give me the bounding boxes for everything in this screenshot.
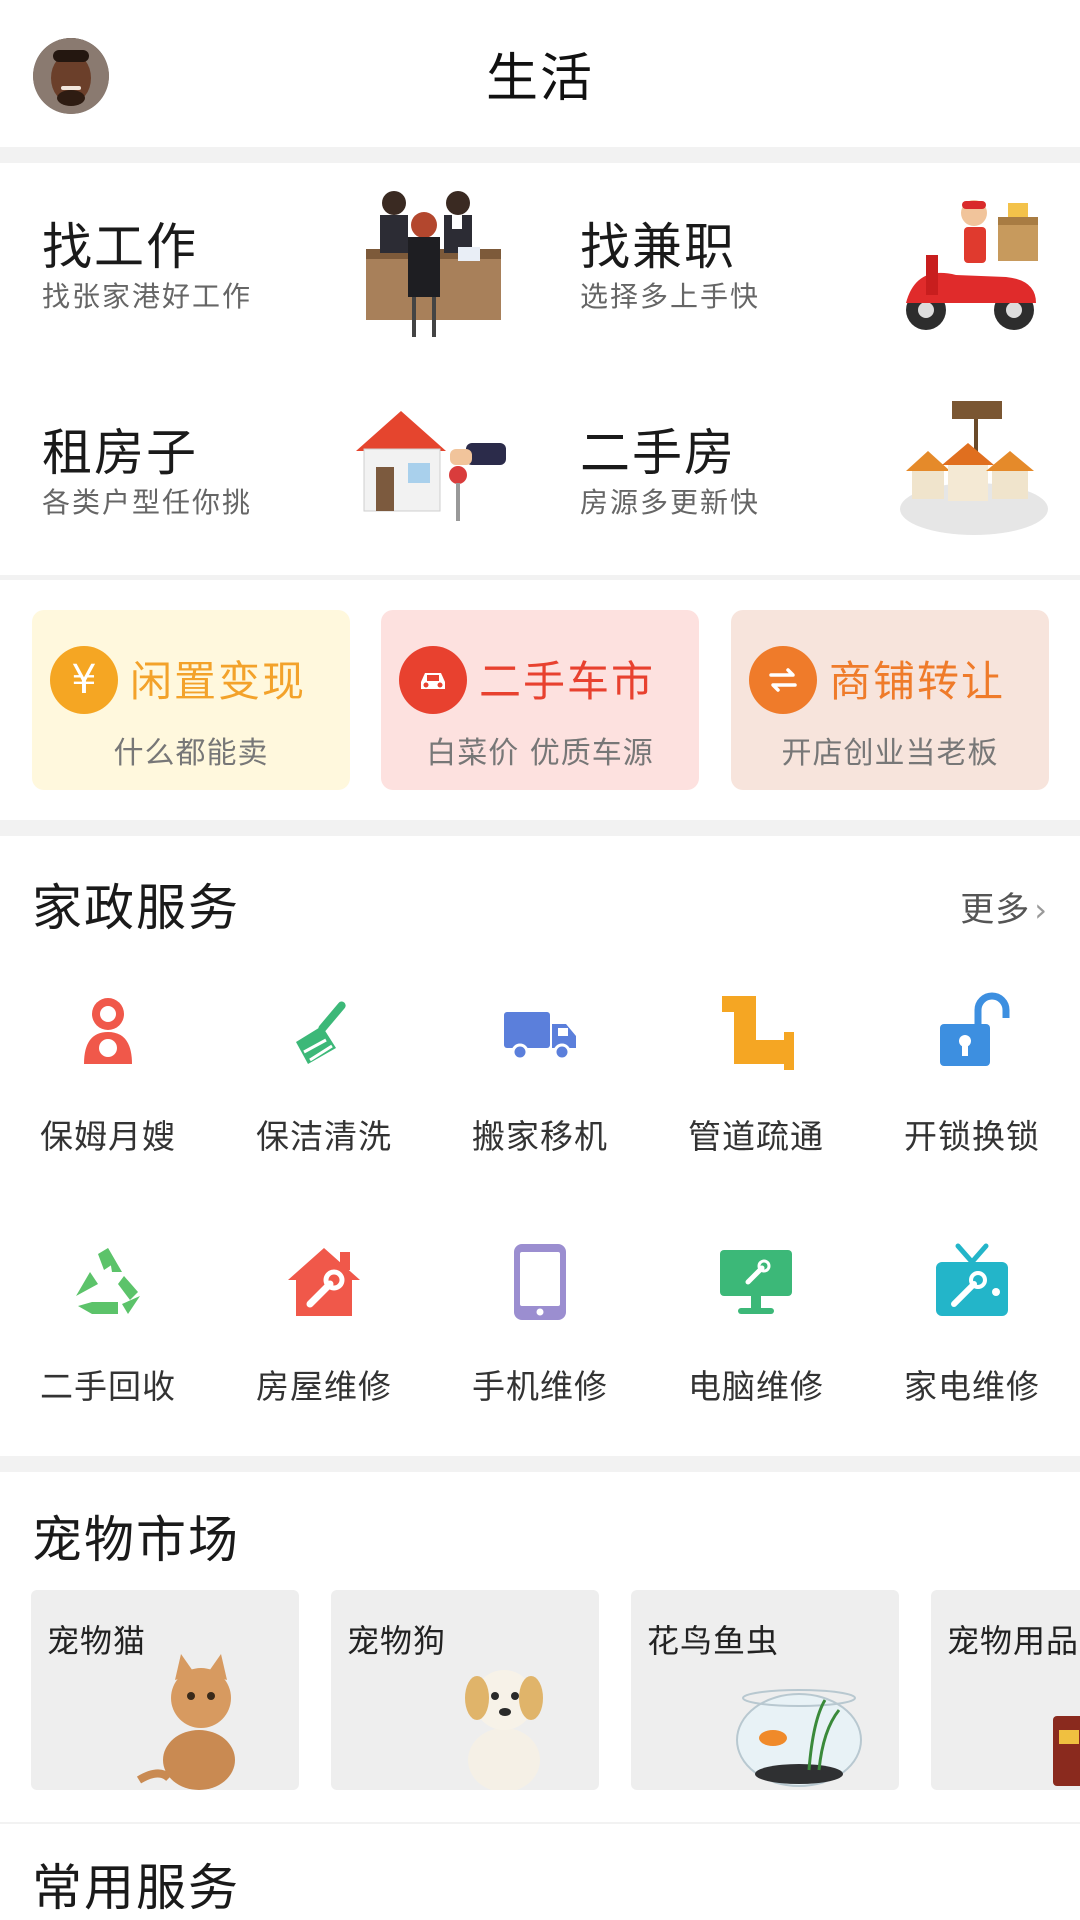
- more-label: 更多: [960, 890, 1031, 930]
- tv-icon: [936, 1243, 1008, 1316]
- houses-for-sale-illustration: [900, 401, 1048, 535]
- recycle-icon: [76, 1248, 140, 1314]
- quick-tile-subtitle: 找张家港好工作: [42, 280, 253, 313]
- nanny-icon: [84, 998, 132, 1064]
- yuan-icon: ¥: [50, 646, 118, 714]
- service-item-pipe[interactable]: 管道疏通: [648, 992, 864, 1192]
- quick-entry-grid: 找工作 找张家港好工作 找兼职 选择多上手快 租房子 各类户型任你挑 二手房 房…: [0, 163, 1080, 575]
- promo-card-shop-transfer[interactable]: 商铺转让 开店创业当老板: [731, 610, 1049, 790]
- quick-tile-title: 找工作: [42, 218, 198, 276]
- service-label: 家电维修: [904, 1367, 1040, 1406]
- car-icon: [399, 646, 467, 714]
- common-services-section: 常用服务: [0, 1824, 1080, 1920]
- dog-illustration: [465, 1670, 543, 1790]
- service-label: 二手回收: [40, 1367, 176, 1406]
- cat-illustration: [136, 1654, 235, 1790]
- promo-card-used-cars[interactable]: 二手车市 白菜价 优质车源: [381, 610, 699, 790]
- quick-tile-second-hand-house[interactable]: 二手房 房源多更新快: [540, 369, 1080, 575]
- service-label: 电脑维修: [688, 1367, 824, 1406]
- unlock-icon: [940, 992, 1010, 1066]
- broom-icon: [296, 1001, 346, 1064]
- service-item-moving[interactable]: 搬家移机: [432, 992, 648, 1192]
- service-label: 搬家移机: [472, 1117, 608, 1156]
- truck-icon: [504, 1012, 576, 1061]
- service-item-phone-repair[interactable]: 手机维修: [432, 1242, 648, 1442]
- house-wrench-icon: [288, 1248, 360, 1316]
- promo-title: 商铺转让: [829, 657, 1006, 706]
- service-item-recycling[interactable]: 二手回收: [0, 1242, 216, 1442]
- more-link[interactable]: 更多 ›: [960, 882, 1048, 931]
- monitor-icon: [720, 1250, 792, 1314]
- quick-tile-title: 租房子: [42, 424, 198, 482]
- pet-card-dog[interactable]: 宠物狗: [331, 1590, 599, 1790]
- chevron-right-icon: ›: [1034, 891, 1048, 929]
- top-bar: 生活: [0, 0, 1080, 147]
- service-label: 管道疏通: [688, 1117, 824, 1156]
- avatar[interactable]: [33, 38, 109, 114]
- quick-tile-title: 找兼职: [580, 218, 736, 276]
- promo-subtitle: 什么都能卖: [113, 736, 269, 771]
- pet-card-pet-supplies[interactable]: 宠物用品: [931, 1590, 1080, 1790]
- page-title: 生活: [485, 49, 594, 109]
- service-label: 手机维修: [472, 1367, 608, 1406]
- service-item-locksmith[interactable]: 开锁换锁: [864, 992, 1080, 1192]
- section-title: 常用服务: [32, 1859, 240, 1917]
- quick-tile-part-time[interactable]: 找兼职 选择多上手快: [540, 163, 1080, 369]
- service-item-house-repair[interactable]: 房屋维修: [216, 1242, 432, 1442]
- section-title: 家政服务: [32, 879, 240, 937]
- promo-title: 闲置变现: [130, 657, 307, 706]
- service-label: 保洁清洗: [256, 1117, 392, 1156]
- quick-tile-find-job[interactable]: 找工作 找张家港好工作: [0, 163, 540, 369]
- service-label: 保姆月嫂: [40, 1117, 176, 1156]
- section-title: 宠物市场: [32, 1511, 240, 1569]
- job-interview-illustration: [366, 191, 501, 337]
- quick-tile-subtitle: 房源多更新快: [580, 486, 761, 519]
- phone-icon: [514, 1244, 566, 1320]
- delivery-scooter-illustration: [906, 200, 1038, 330]
- pet-card-cat[interactable]: 宠物猫: [31, 1590, 299, 1790]
- service-label: 房屋维修: [256, 1367, 392, 1406]
- service-item-appliance-repair[interactable]: 家电维修: [864, 1242, 1080, 1442]
- promo-card-idle-items[interactable]: ¥ 闲置变现 什么都能卖: [32, 610, 350, 790]
- service-item-computer-repair[interactable]: 电脑维修: [648, 1242, 864, 1442]
- pipe-icon: [722, 996, 794, 1070]
- pet-card-flowers-birds-fish[interactable]: 花鸟鱼虫: [631, 1590, 899, 1790]
- house-key-illustration: [356, 411, 506, 521]
- transfer-arrows-icon: [749, 646, 817, 714]
- promo-subtitle: 白菜价 优质车源: [426, 736, 654, 771]
- quick-tile-subtitle: 各类户型任你挑: [42, 486, 253, 519]
- life-page: 生活 找工作 找张家港好工作 找兼职 选择多上手快 租房子 各类户型任你挑 二手…: [0, 0, 1080, 1920]
- promo-title: 二手车市: [479, 657, 656, 706]
- quick-tile-subtitle: 选择多上手快: [580, 280, 761, 313]
- promo-subtitle: 开店创业当老板: [781, 736, 999, 771]
- pet-food-illustration: [1053, 1716, 1080, 1786]
- housekeeping-section: 家政服务 更多 › 保姆月嫂 保洁清洗 搬家移机 管道疏通 开锁换锁 二手回收 …: [0, 836, 1080, 1456]
- fishbowl-illustration: [736, 1689, 862, 1787]
- service-item-cleaning[interactable]: 保洁清洗: [216, 992, 432, 1192]
- promo-row: ¥ 闲置变现 什么都能卖 二手车市 白菜价 优质车源 商铺转让 开店创业当老板: [0, 580, 1080, 820]
- service-item-nanny[interactable]: 保姆月嫂: [0, 992, 216, 1192]
- quick-tile-title: 二手房: [580, 424, 736, 482]
- pet-card-label: 宠物用品: [947, 1622, 1080, 1660]
- service-label: 开锁换锁: [904, 1117, 1040, 1156]
- quick-tile-rent-house[interactable]: 租房子 各类户型任你挑: [0, 369, 540, 575]
